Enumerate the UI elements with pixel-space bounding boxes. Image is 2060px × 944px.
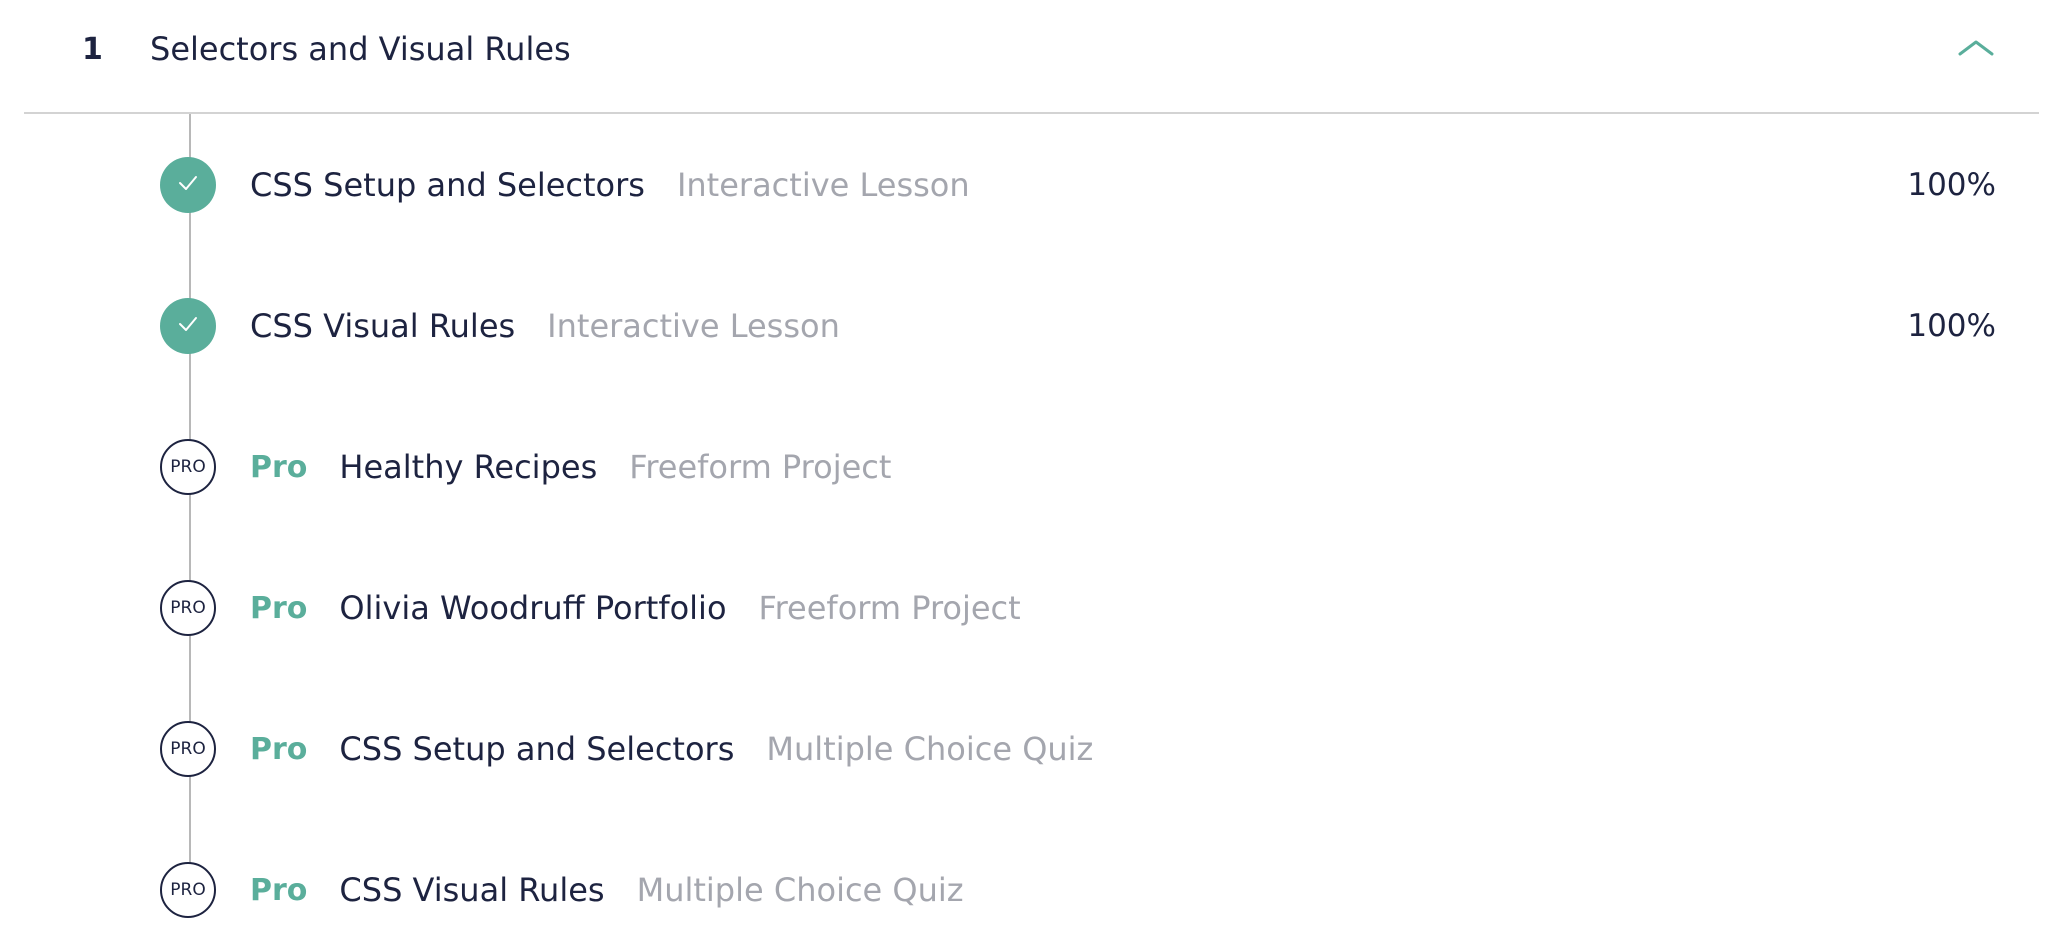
item-title: Olivia Woodruff Portfolio [339,589,727,627]
pro-badge-text: PRO [170,457,206,477]
pro-badge-icon: PRO [160,439,216,495]
item-type: Multiple Choice Quiz [636,871,964,909]
item-title: CSS Setup and Selectors [250,166,645,204]
pro-badge-icon: PRO [160,721,216,777]
pro-label: Pro [250,872,308,908]
item-title: CSS Visual Rules [339,871,605,909]
pro-badge-icon: PRO [160,862,216,918]
section-title: Selectors and Visual Rules [150,30,571,68]
lesson-item-css-visual-rules[interactable]: CSS Visual Rules Interactive Lesson 100% [160,298,2020,362]
lesson-item-css-setup-and-selectors[interactable]: CSS Setup and Selectors Interactive Less… [160,157,2020,221]
pro-badge-text: PRO [170,598,206,618]
completed-marker [160,157,216,213]
item-title: Healthy Recipes [339,448,598,486]
pro-badge-text: PRO [170,880,206,900]
syllabus-section: 1 Selectors and Visual Rules CSS Setup a… [0,0,2060,944]
pro-label: Pro [250,449,308,485]
quiz-item-css-visual-rules[interactable]: PRO Pro CSS Visual Rules Multiple Choice… [160,862,2020,926]
check-icon [174,310,202,342]
item-type: Interactive Lesson [547,307,840,345]
item-title: CSS Setup and Selectors [339,730,735,768]
completed-marker [160,298,216,354]
check-icon [174,169,202,201]
section-header[interactable]: 1 Selectors and Visual Rules [24,0,2039,114]
section-number: 1 [82,32,103,67]
item-progress: 100% [1907,308,1996,344]
project-item-olivia-woodruff-portfolio[interactable]: PRO Pro Olivia Woodruff Portfolio Freefo… [160,580,2020,644]
pro-label: Pro [250,590,308,626]
chevron-up-icon[interactable] [1954,28,1998,68]
pro-label: Pro [250,731,308,767]
item-type: Freeform Project [629,448,892,486]
pro-badge-text: PRO [170,739,206,759]
item-type: Interactive Lesson [676,166,970,204]
item-type: Freeform Project [758,589,1021,627]
pro-badge-icon: PRO [160,580,216,636]
item-type: Multiple Choice Quiz [766,730,1094,768]
quiz-item-css-setup-and-selectors[interactable]: PRO Pro CSS Setup and Selectors Multiple… [160,721,2020,785]
item-title: CSS Visual Rules [250,307,516,345]
project-item-healthy-recipes[interactable]: PRO Pro Healthy Recipes Freeform Project [160,439,2020,503]
item-progress: 100% [1907,167,1996,203]
